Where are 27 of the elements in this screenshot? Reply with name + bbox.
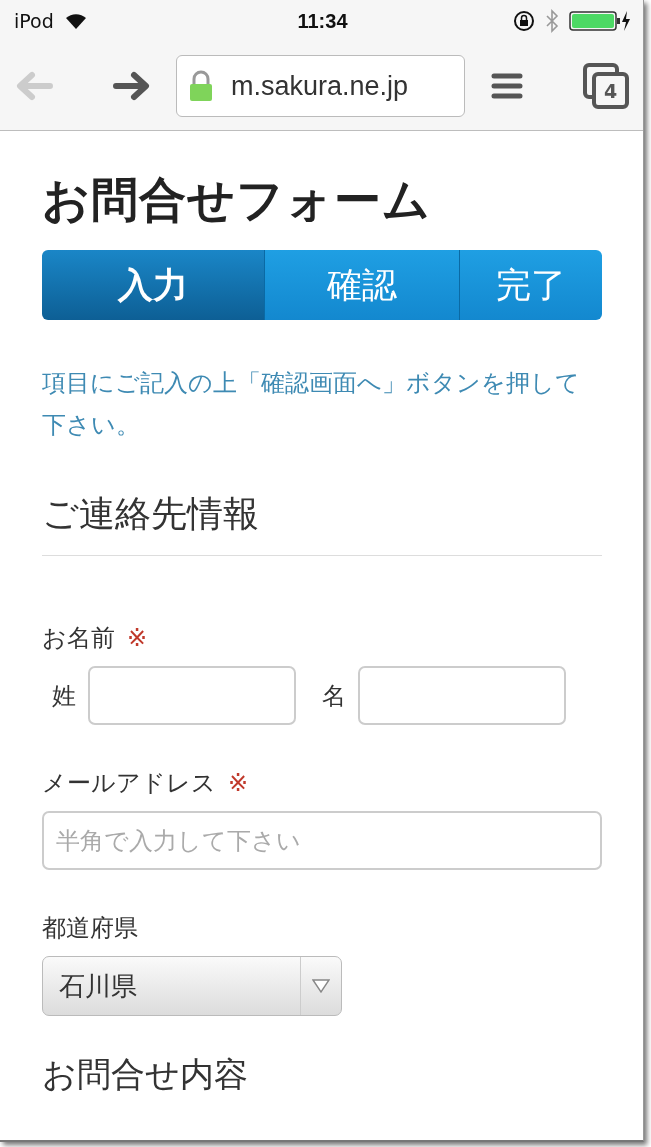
lock-icon xyxy=(189,70,213,102)
input-field[interactable] xyxy=(358,666,566,725)
field-label: メールアドレス xyxy=(42,768,216,799)
field-sublabel: 名 xyxy=(322,680,346,712)
required-mark: ※ xyxy=(228,769,249,797)
bluetooth-icon xyxy=(545,9,559,33)
field-sublabel: 姓 xyxy=(52,680,76,712)
dropdown-icon xyxy=(312,979,330,993)
wifi-icon xyxy=(63,12,88,30)
field-label: お名前 xyxy=(42,623,115,654)
select-field[interactable]: 石川県 xyxy=(42,956,342,1016)
forward-icon[interactable] xyxy=(112,70,152,102)
page-title: お問合せフォーム xyxy=(42,171,432,229)
rotation-lock-icon xyxy=(513,10,535,32)
instruction-text: 項目にご記入の上「確認画面へ」ボタンを押して下さい。 xyxy=(42,368,581,441)
field-label: 都道府県 xyxy=(42,913,138,944)
menu-icon[interactable] xyxy=(491,73,523,99)
required-mark: ※ xyxy=(127,624,148,652)
input-field[interactable] xyxy=(88,666,296,725)
input-field[interactable]: 半角で入力して下さい xyxy=(42,811,602,870)
battery-icon xyxy=(569,10,631,32)
clock-time: 11:34 xyxy=(297,9,348,33)
section-heading: ご連絡先情報 xyxy=(42,490,602,556)
address-field[interactable]: m.sakura.ne.jp xyxy=(176,55,465,117)
section-heading: お問合せ内容 xyxy=(42,1053,249,1096)
carrier-name: iPod xyxy=(14,10,54,32)
step-tab[interactable]: 入力 xyxy=(42,250,265,320)
